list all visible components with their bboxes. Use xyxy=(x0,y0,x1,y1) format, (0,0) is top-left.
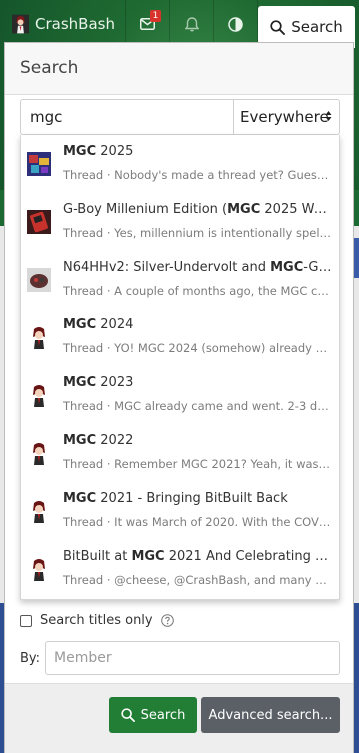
help-icon[interactable] xyxy=(160,614,174,627)
author-avatar xyxy=(27,498,51,523)
result-title-text: 2021 - Bringing BitBuilt Back xyxy=(96,490,288,506)
author-avatar xyxy=(27,325,51,350)
result-title-highlight: MGC xyxy=(270,259,304,275)
contrast-icon xyxy=(228,16,243,32)
search-row: Everywhere xyxy=(20,99,340,135)
result-title-text: N64HHv2: Silver-Undervolt and xyxy=(63,259,271,275)
result-title-text: 2021 And Celebrating 5+ Y... xyxy=(168,548,333,564)
style-toggle-button[interactable] xyxy=(214,0,258,48)
result-title: BitBuilt at MGC 2021 And Celebrating 5+ … xyxy=(63,549,333,564)
search-scope-value: Everywhere xyxy=(240,108,329,126)
search-result-item[interactable]: BitBuilt at MGC 2021 And Celebrating 5+ … xyxy=(21,540,339,598)
search-icon xyxy=(120,708,135,722)
result-title-text: 2023 xyxy=(96,375,134,391)
result-title-highlight: MGC xyxy=(63,490,97,506)
popup-footer: Search Advanced search... xyxy=(5,683,353,753)
result-title-highlight: MGC xyxy=(63,375,97,391)
result-title-text: BitBuilt at xyxy=(63,548,132,564)
search-submit-button[interactable]: Search xyxy=(109,697,197,733)
thread-thumbnail-console xyxy=(27,267,51,292)
thread-thumbnail-handheld xyxy=(27,209,51,234)
result-title: G-Boy Millenium Edition (MGC 2025 Workl.… xyxy=(63,202,333,217)
result-title: MGC 2022 xyxy=(63,433,333,448)
search-result-item[interactable]: MGC 2022 Thread · Remember MGC 2021? Yeah… xyxy=(21,424,339,482)
result-snippet: Thread · Remember MGC 2021? Yeah, it was… xyxy=(63,456,333,471)
nav-search-label: Search xyxy=(291,18,343,36)
result-title-highlight: MGC xyxy=(63,144,97,159)
advanced-search-button[interactable]: Advanced search... xyxy=(201,697,340,733)
result-title: MGC 2021 - Bringing BitBuilt Back xyxy=(63,491,333,506)
titles-only-option[interactable]: Search titles only xyxy=(20,613,174,628)
result-title-text: -Gree... xyxy=(303,259,333,275)
result-snippet: Thread · Nobody's made a thread yet? Gue… xyxy=(63,168,333,182)
result-snippet: Thread · Yes, millennium is intentionall… xyxy=(63,225,333,240)
result-title: MGC 2025 xyxy=(63,144,333,159)
result-title-text: 2024 xyxy=(96,317,134,333)
result-title-text: 2025 xyxy=(96,144,134,159)
alerts-button[interactable] xyxy=(170,0,214,48)
search-result-item[interactable]: G-Boy Millenium Edition (MGC 2025 Workl.… xyxy=(21,193,339,251)
result-title-text: 2022 xyxy=(96,432,134,448)
result-snippet: Thread · @cheese, @CrashBash, and many o… xyxy=(63,572,333,587)
search-popup: Search Everywhere MGC 2025 Thread · Nobod… xyxy=(4,42,354,753)
search-submit-label: Search xyxy=(140,707,186,723)
titles-only-checkbox[interactable] xyxy=(20,614,32,627)
popup-title: Search xyxy=(5,43,353,95)
search-result-item[interactable]: N64HHv2: Silver-Undervolt and MGC-Gree..… xyxy=(21,251,339,309)
result-title-text: 2025 Workl... xyxy=(264,201,333,217)
brand-name: CrashBash xyxy=(35,15,115,33)
search-result-item[interactable]: MGC 2023 Thread · MGC already came and we… xyxy=(21,366,339,424)
bell-icon xyxy=(184,16,199,31)
result-title: MGC 2023 xyxy=(63,375,333,390)
result-snippet: Thread · YO! MGC 2024 (somehow) already … xyxy=(63,341,333,356)
result-title-highlight: MGC xyxy=(227,201,261,217)
author-avatar xyxy=(27,440,51,465)
author-avatar xyxy=(27,556,51,581)
result-snippet: Thread · A couple of months ago, the MGC… xyxy=(63,283,333,298)
search-results-dropdown: MGC 2025 Thread · Nobody's made a thread … xyxy=(20,135,340,600)
author-avatar xyxy=(27,383,51,408)
titles-only-label: Search titles only xyxy=(40,613,153,628)
select-arrows-icon xyxy=(325,111,332,121)
conversations-badge: 1 xyxy=(150,10,161,22)
member-filter-row: By: Member xyxy=(20,641,340,675)
conversations-button[interactable]: 1 xyxy=(126,0,170,48)
search-scope-select[interactable]: Everywhere xyxy=(233,100,339,134)
character-avatar-icon xyxy=(12,14,30,34)
page-blue-accent xyxy=(354,238,359,278)
user-menu-button[interactable]: CrashBash xyxy=(0,0,126,48)
result-title: MGC 2024 xyxy=(63,317,333,332)
result-title-text: G-Boy Millenium Edition ( xyxy=(63,201,228,217)
search-result-item[interactable]: MGC 2024 Thread · YO! MGC 2024 (somehow) … xyxy=(21,308,339,366)
result-snippet: Thread · MGC already came and went. 2-3 … xyxy=(63,399,333,414)
search-icon xyxy=(270,19,286,35)
search-input[interactable] xyxy=(21,100,233,134)
search-result-item[interactable]: MGC 2021 - Bringing BitBuilt Back Thread … xyxy=(21,482,339,540)
result-title: N64HHv2: Silver-Undervolt and MGC-Gree..… xyxy=(63,260,333,275)
result-title-highlight: MGC xyxy=(63,432,97,448)
result-title-highlight: MGC xyxy=(63,317,97,333)
page-edge-right xyxy=(354,226,359,606)
result-title-highlight: MGC xyxy=(131,548,165,564)
result-snippet: Thread · It was March of 2020. With the … xyxy=(63,514,333,529)
thread-thumbnail-collage xyxy=(27,152,51,176)
by-label: By: xyxy=(20,650,41,666)
member-input[interactable]: Member xyxy=(45,641,340,675)
search-result-item[interactable]: MGC 2025 Thread · Nobody's made a thread … xyxy=(21,135,339,193)
member-placeholder: Member xyxy=(54,650,112,666)
advanced-search-label: Advanced search... xyxy=(208,707,333,723)
